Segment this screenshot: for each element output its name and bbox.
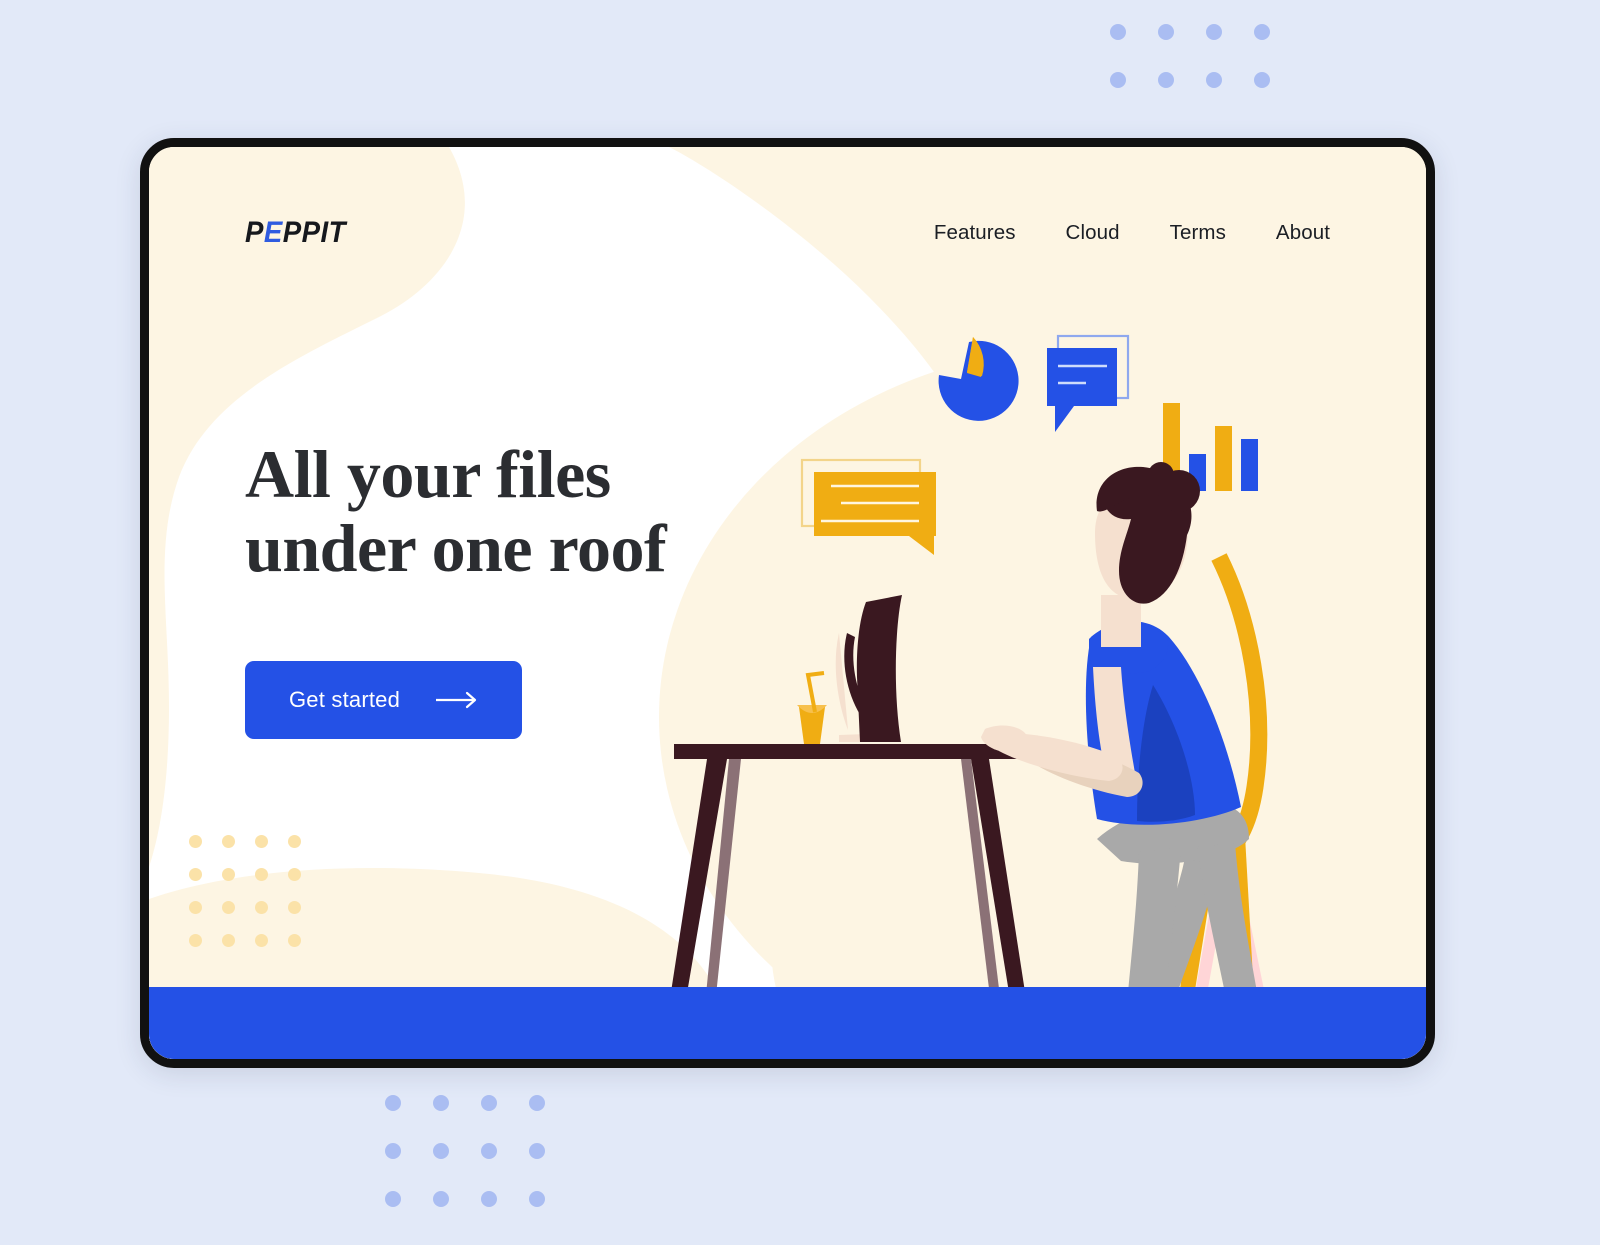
decor-inner-dot bbox=[222, 901, 235, 914]
brand-logo[interactable]: PEPPIT bbox=[245, 216, 346, 250]
decor-inner-dot bbox=[222, 868, 235, 881]
decor-dot bbox=[1254, 24, 1270, 40]
hero-headline: All your files under one roof bbox=[245, 437, 765, 585]
decor-dot bbox=[529, 1191, 545, 1207]
decor-dot bbox=[1110, 72, 1126, 88]
logo-suffix: PPIT bbox=[282, 216, 346, 249]
logo-accent-letter: E bbox=[263, 216, 283, 249]
footer-bar bbox=[149, 987, 1426, 1059]
nav-item-about[interactable]: About bbox=[1276, 221, 1330, 245]
hero-section: All your files under one roof Get starte… bbox=[245, 437, 765, 740]
decor-dot bbox=[433, 1191, 449, 1207]
browser-device-frame: PEPPIT Features Cloud Terms About All yo… bbox=[140, 138, 1435, 1068]
nav-item-terms[interactable]: Terms bbox=[1170, 221, 1226, 245]
decor-dot bbox=[481, 1191, 497, 1207]
decor-inner-dot bbox=[255, 934, 268, 947]
decor-inner-dot bbox=[288, 835, 301, 848]
hero-headline-line-2: under one roof bbox=[245, 510, 667, 587]
decor-dot bbox=[433, 1095, 449, 1111]
decor-dot bbox=[1206, 24, 1222, 40]
decor-dot-grid-top-right bbox=[1110, 0, 1340, 146]
decor-dot bbox=[385, 1095, 401, 1111]
site-header: PEPPIT Features Cloud Terms About bbox=[149, 209, 1426, 257]
decor-dot bbox=[433, 1143, 449, 1159]
decor-dot bbox=[529, 1095, 545, 1111]
get-started-button[interactable]: Get started bbox=[245, 661, 523, 740]
logo-prefix: P bbox=[245, 216, 264, 249]
nav-item-cloud[interactable]: Cloud bbox=[1066, 221, 1120, 245]
decor-inner-dot bbox=[189, 934, 202, 947]
arrow-right-icon bbox=[436, 691, 478, 709]
hero-headline-line-1: All your files bbox=[245, 436, 611, 512]
decor-dot bbox=[481, 1143, 497, 1159]
decor-dot bbox=[1110, 24, 1126, 40]
decor-dot bbox=[529, 1143, 545, 1159]
decor-inner-dot bbox=[288, 868, 301, 881]
decor-dot bbox=[385, 1191, 401, 1207]
decor-dot-grid-bottom-left bbox=[385, 1095, 615, 1245]
main-navigation: Features Cloud Terms About bbox=[934, 221, 1330, 245]
decor-inner-dot bbox=[288, 934, 301, 947]
get-started-label: Get started bbox=[289, 687, 401, 713]
decor-dot bbox=[1206, 72, 1222, 88]
decor-inner-dot bbox=[255, 901, 268, 914]
decor-inner-dot bbox=[255, 835, 268, 848]
decor-dot bbox=[1254, 72, 1270, 88]
nav-item-features[interactable]: Features bbox=[934, 221, 1016, 245]
decor-inner-dot bbox=[189, 835, 202, 848]
decor-dot bbox=[1158, 72, 1174, 88]
decor-inner-dot bbox=[222, 934, 235, 947]
decor-dot bbox=[385, 1143, 401, 1159]
decor-inner-dot bbox=[189, 868, 202, 881]
decor-inner-dot bbox=[189, 901, 202, 914]
decor-inner-dot bbox=[288, 901, 301, 914]
decor-inner-dot bbox=[255, 868, 268, 881]
decor-dot-grid-inner bbox=[189, 835, 301, 950]
page-canvas: PEPPIT Features Cloud Terms About All yo… bbox=[149, 147, 1426, 1059]
decor-dot bbox=[1158, 24, 1174, 40]
decor-inner-dot bbox=[222, 835, 235, 848]
decor-dot bbox=[481, 1095, 497, 1111]
